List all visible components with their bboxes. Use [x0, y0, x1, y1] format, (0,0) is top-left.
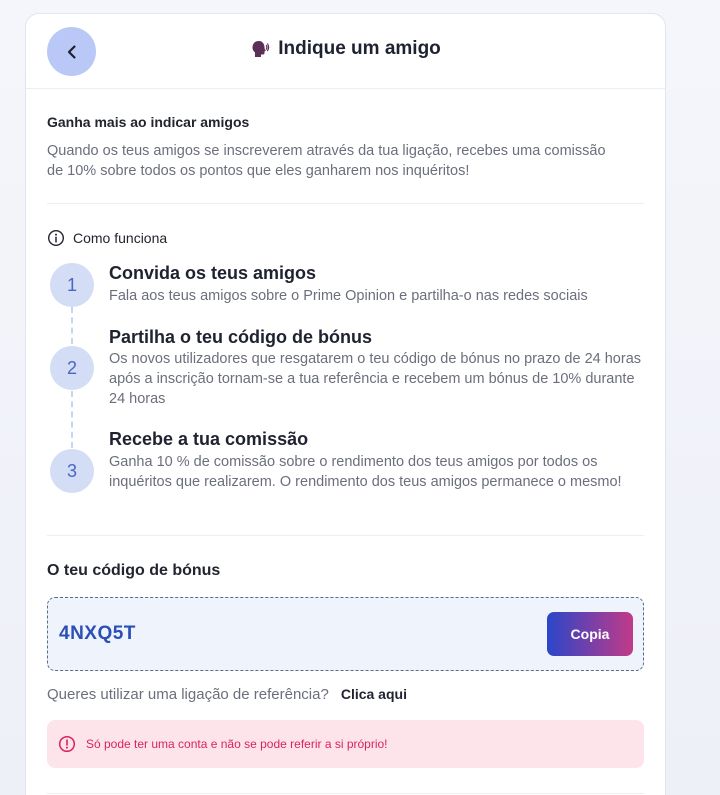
how-it-works-label: Como funciona — [73, 230, 168, 246]
step-description: Ganha 10 % de comissão sobre o rendiment… — [109, 454, 622, 490]
step-connector — [71, 307, 73, 344]
alert-message: Só pode ter uma conta e não se pode refe… — [86, 737, 388, 751]
referral-card: Indique um amigo Ganha mais ao indicar a… — [25, 13, 666, 795]
bonus-code-box: 4NXQ5T Copia — [47, 597, 644, 671]
bonus-code-value[interactable]: 4NXQ5T — [59, 623, 136, 645]
page-title: Indique um amigo — [26, 38, 665, 60]
step-connector — [71, 391, 73, 448]
step-number-3: 3 — [50, 449, 94, 493]
intro-text: Quando os teus amigos se inscreverem atr… — [47, 143, 606, 179]
divider — [47, 203, 644, 204]
referral-link[interactable]: Clica aqui — [341, 686, 407, 702]
intro-title: Ganha mais ao indicar amigos — [47, 114, 250, 130]
page-scrollbar[interactable] — [708, 0, 720, 795]
referral-question: Queres utilizar uma ligação de referênci… — [47, 686, 329, 703]
divider — [47, 793, 644, 794]
warning-alert: Só pode ter uma conta e não se pode refe… — [47, 720, 644, 768]
info-icon — [47, 229, 65, 247]
step-number-2: 2 — [50, 346, 94, 390]
page-title-text: Indique um amigo — [278, 38, 441, 59]
card-header: Indique um amigo — [26, 14, 665, 89]
step-title: Recebe a tua comissão — [109, 429, 309, 449]
bonus-code-title: O teu código de bónus — [47, 562, 221, 579]
copy-button[interactable]: Copia — [547, 612, 633, 656]
step-description: Os novos utilizadores que resgatarem o t… — [109, 351, 642, 407]
step-title: Partilha o teu código de bónus — [109, 327, 373, 347]
how-it-works-heading: Como funciona — [47, 229, 167, 247]
step-description: Fala aos teus amigos sobre o Prime Opini… — [109, 288, 588, 304]
divider — [47, 535, 644, 536]
step-title: Convida os teus amigos — [109, 263, 317, 283]
step-number-1: 1 — [50, 263, 94, 307]
referral-link-row: Queres utilizar uma ligação de referênci… — [47, 686, 407, 703]
alert-circle-icon — [58, 735, 76, 753]
speaking-head-icon — [252, 41, 270, 57]
